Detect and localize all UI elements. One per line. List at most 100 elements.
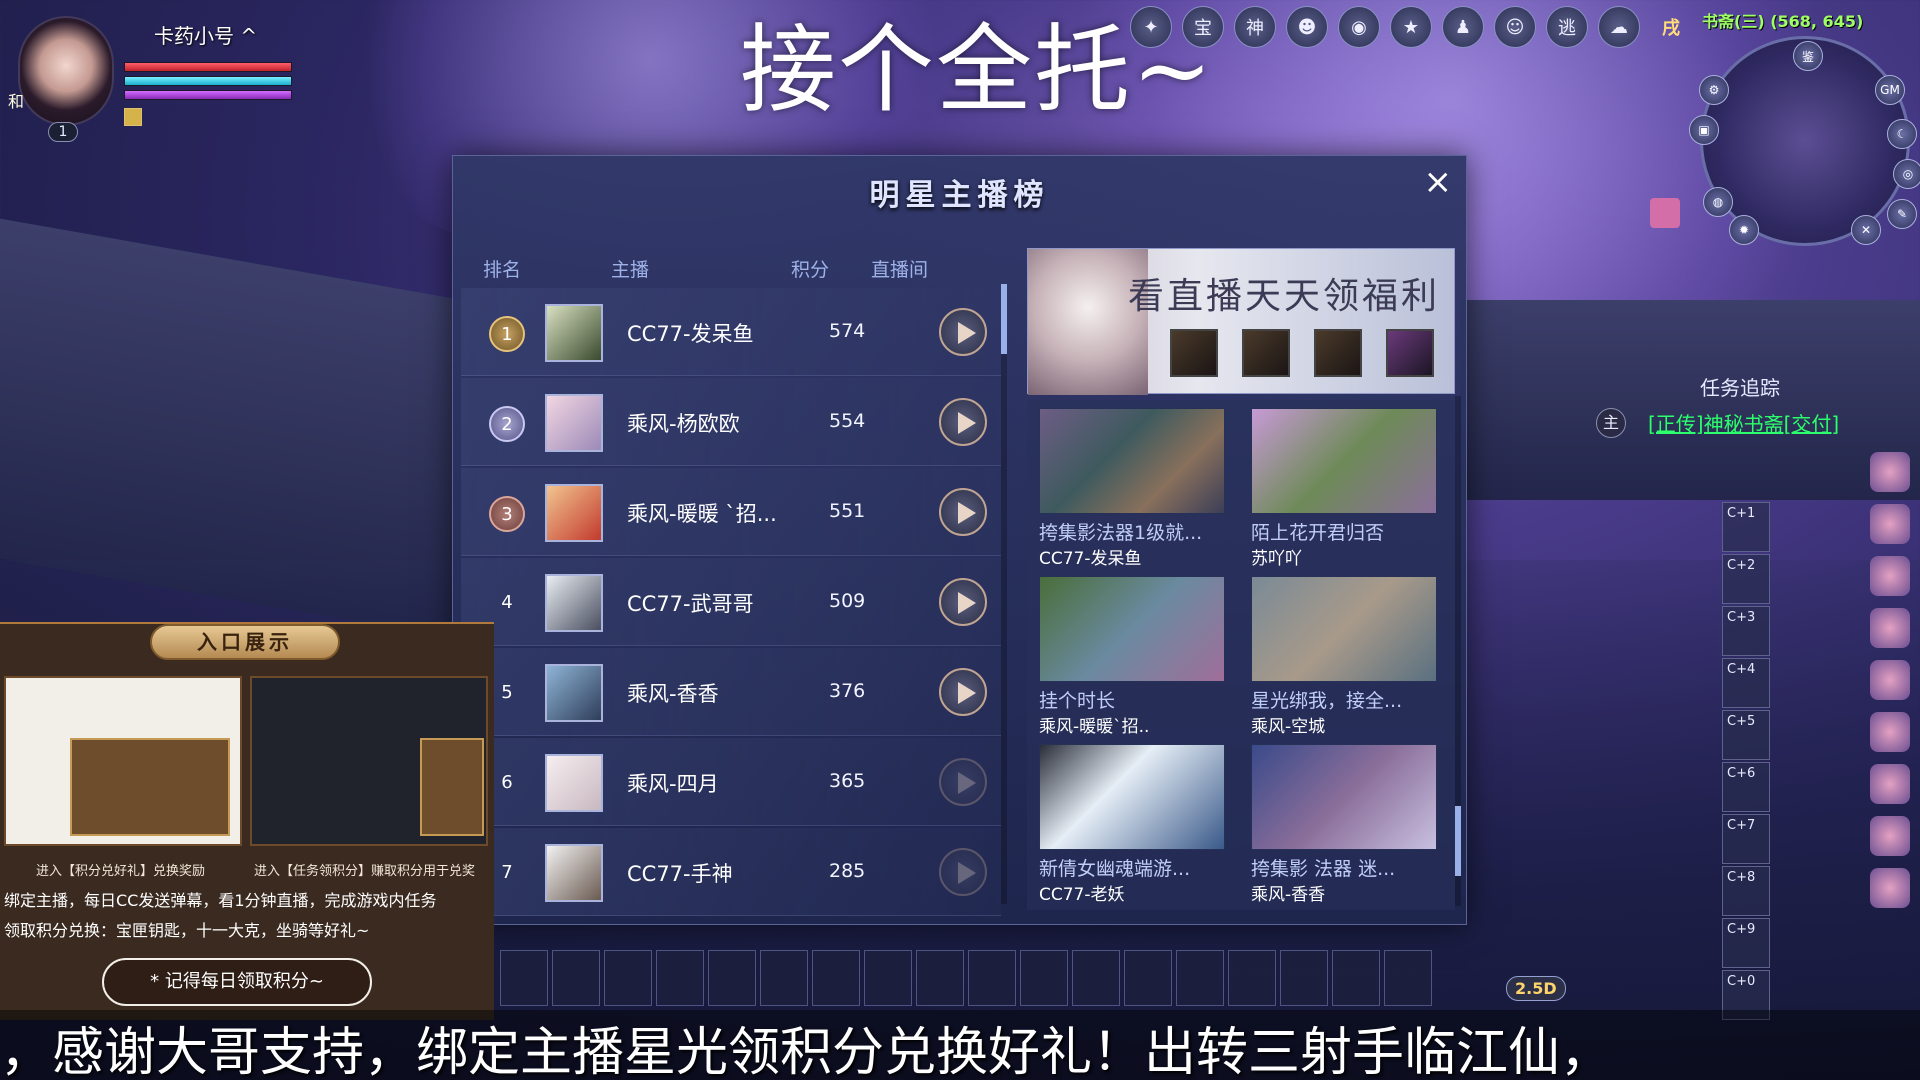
hotkey-slot[interactable]: C+9 (1722, 918, 1770, 968)
ranking-row[interactable]: 5 乘风-香香 376 (461, 648, 1001, 736)
live-room-button[interactable] (939, 758, 987, 806)
skill-slot[interactable] (1124, 950, 1172, 1006)
escape-icon[interactable]: 逃 (1546, 6, 1588, 48)
pet-icon[interactable] (1870, 660, 1910, 700)
hotkey-slot[interactable]: C+2 (1722, 554, 1770, 604)
chest-icon[interactable] (1870, 504, 1910, 544)
skill-slot[interactable] (1020, 950, 1068, 1006)
cloud-icon[interactable]: ☁ (1598, 6, 1640, 48)
gm-button[interactable]: GM (1875, 75, 1905, 105)
flower-icon[interactable] (1870, 764, 1910, 804)
live-video-card[interactable]: 陌上花开君归否 苏吖吖 (1251, 408, 1437, 569)
helmet-icon[interactable] (1870, 608, 1910, 648)
hotkey-slot[interactable]: C+7 (1722, 814, 1770, 864)
live-room-button[interactable] (939, 578, 987, 626)
welfare-banner[interactable]: 看直播天天领福利 (1027, 248, 1455, 395)
skill-slot[interactable] (708, 950, 756, 1006)
live-room-button[interactable] (939, 668, 987, 716)
hotkey-slot[interactable]: C+1 (1722, 502, 1770, 552)
live-room-button[interactable] (939, 398, 987, 446)
hotkey-slot[interactable]: C+8 (1722, 866, 1770, 916)
skill-slot[interactable] (916, 950, 964, 1006)
settings-icon[interactable]: ⚙ (1699, 75, 1729, 105)
fire-icon[interactable]: ✹ (1729, 215, 1759, 245)
ranking-row[interactable]: 6 乘风-四月 365 (461, 738, 1001, 826)
guild-icon[interactable] (1870, 868, 1910, 908)
skill-slot[interactable] (864, 950, 912, 1006)
buff-icon[interactable] (124, 108, 142, 126)
mask-icon[interactable]: ☻ (1286, 6, 1328, 48)
globe-icon[interactable]: ◍ (1703, 187, 1733, 217)
minimap[interactable]: 鉴 GM ⚙ ▣ ☾ ◎ ✎ ✕ ◍ ✹ (1689, 36, 1920, 246)
video-thumbnail[interactable] (1251, 576, 1437, 682)
ranking-row[interactable]: 3 乘风-暖暖 `招... 551 (461, 468, 1001, 556)
skill-slot[interactable] (760, 950, 808, 1006)
panel-title: 明星主播榜 (869, 178, 1050, 213)
skill-slot[interactable] (552, 950, 600, 1006)
close-button[interactable]: × (1424, 162, 1453, 202)
gift-icon[interactable] (1650, 198, 1680, 228)
video-thumbnail[interactable] (1039, 744, 1225, 850)
live-video-card[interactable]: 星光绑我，接全... 乘风-空城 (1251, 576, 1437, 737)
skill-slot[interactable] (500, 950, 548, 1006)
skill-slot[interactable] (968, 950, 1016, 1006)
moon-icon[interactable]: ☾ (1887, 119, 1917, 149)
mount-icon[interactable] (1870, 712, 1910, 752)
hotkey-slot[interactable]: C+3 (1722, 606, 1770, 656)
promo-caption-right: 进入【任务领积分】赚取积分用于兑奖 (254, 864, 476, 879)
ranking-scrollbar[interactable] (1001, 284, 1007, 904)
scroll-icon[interactable] (1870, 556, 1910, 596)
ranking-row[interactable]: 1 CC77-发呆鱼 574 (461, 288, 1001, 376)
bag-icon[interactable]: ▣ (1689, 115, 1719, 145)
player-portrait[interactable] (18, 16, 114, 126)
star-shield-icon[interactable]: ★ (1390, 6, 1432, 48)
video-scrollbar[interactable] (1455, 396, 1461, 906)
treasure-icon[interactable]: 宝 (1182, 6, 1224, 48)
video-thumbnail[interactable] (1039, 576, 1225, 682)
quest-link[interactable]: [正传]神秘书斋[交付] (1648, 408, 1839, 437)
video-thumbnail[interactable] (1251, 408, 1437, 514)
skill-slot[interactable] (1228, 950, 1276, 1006)
video-title: 挂个时长 (1039, 690, 1116, 712)
eye-icon[interactable]: ◎ (1893, 159, 1920, 189)
skill-slot[interactable] (656, 950, 704, 1006)
book-icon[interactable] (1870, 816, 1910, 856)
live-video-card[interactable]: 挎集影法器1级就... CC77-发呆鱼 (1039, 408, 1225, 569)
camera-icon[interactable]: ◉ (1338, 6, 1380, 48)
player-name[interactable]: 卡药小号 ^ (154, 20, 257, 49)
close-map-icon[interactable]: ✕ (1851, 215, 1881, 245)
hotkey-slot[interactable]: C+4 (1722, 658, 1770, 708)
live-video-card[interactable]: 挂个时长 乘风-暖暖`招.. (1039, 576, 1225, 737)
ranking-row[interactable]: 4 CC77-武哥哥 509 (461, 558, 1001, 646)
skill-slot[interactable] (812, 950, 860, 1006)
skill-slot[interactable] (1176, 950, 1224, 1006)
brush-icon[interactable]: ✎ (1887, 199, 1917, 229)
hotkey-slot[interactable]: C+5 (1722, 710, 1770, 760)
ranking-row[interactable]: 2 乘风-杨欧欧 554 (461, 378, 1001, 466)
mp-bar (124, 76, 292, 86)
video-thumbnail[interactable] (1251, 744, 1437, 850)
figure-icon[interactable]: ♟ (1442, 6, 1484, 48)
live-video-card[interactable]: 新倩女幽魂端游... CC77-老妖 (1039, 744, 1225, 905)
face-icon[interactable]: ☺ (1494, 6, 1536, 48)
ranking-row[interactable]: 7 CC77-手神 285 (461, 828, 1001, 916)
zodiac-icon[interactable]: 戌 (1650, 6, 1692, 48)
avatar (545, 484, 603, 542)
live-video-card[interactable]: 挎集影 法器 迷... 乘风-香香 (1251, 744, 1437, 905)
skill-slot[interactable] (1072, 950, 1120, 1006)
hotkey-slot[interactable]: C+6 (1722, 762, 1770, 812)
skill-slot[interactable] (604, 950, 652, 1006)
character-icon[interactable] (1870, 452, 1910, 492)
live-room-button[interactable] (939, 488, 987, 536)
live-room-button[interactable] (939, 848, 987, 896)
view-mode-badge[interactable]: 2.5D (1506, 976, 1566, 1001)
skill-slot[interactable] (1384, 950, 1432, 1006)
video-thumbnail[interactable] (1039, 408, 1225, 514)
streamer-score: 574 (829, 320, 866, 342)
skill-slot[interactable] (1332, 950, 1380, 1006)
wing-icon[interactable]: ✦ (1130, 6, 1172, 48)
live-room-button[interactable] (939, 308, 987, 356)
god-icon[interactable]: 神 (1234, 6, 1276, 48)
skill-slot[interactable] (1280, 950, 1328, 1006)
appraise-button[interactable]: 鉴 (1793, 41, 1823, 71)
